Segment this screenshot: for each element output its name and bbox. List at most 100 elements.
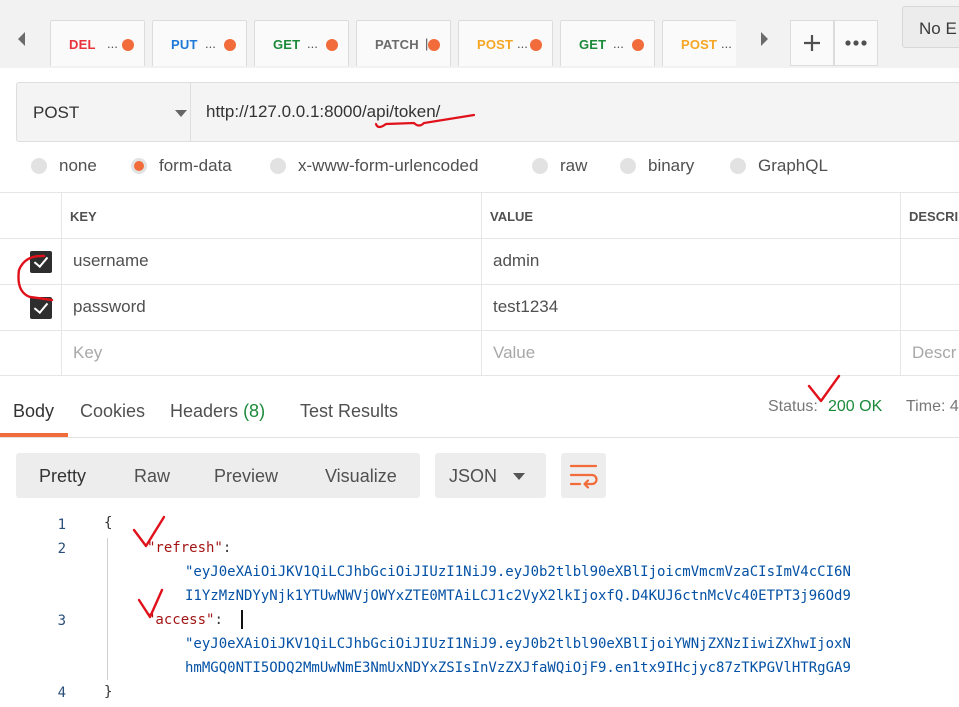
radio-label: raw <box>560 156 588 175</box>
table-row-new: Key Value Descr <box>0 330 959 376</box>
json-line-access: "access": <box>147 612 223 628</box>
request-tab[interactable]: GET ... <box>254 20 349 66</box>
http-method-select[interactable]: POST <box>16 82 190 142</box>
json-open-brace: { <box>104 515 113 531</box>
new-key-input[interactable]: Key <box>61 331 481 375</box>
tab-name-truncated: ... <box>307 36 318 51</box>
request-tab[interactable]: PUT ... <box>152 20 247 66</box>
description-placeholder: Descr <box>912 343 957 362</box>
tab-test-results[interactable]: Test Results <box>300 401 398 422</box>
format-pretty[interactable]: Pretty <box>39 466 86 487</box>
text-cursor <box>241 610 243 629</box>
key-cell[interactable]: password <box>61 285 481 330</box>
response-tabs: Body Cookies Headers (8) Test Results St… <box>0 388 959 438</box>
radio-form-data[interactable]: form-data <box>131 156 232 176</box>
radio-label: x-www-form-urlencoded <box>298 156 479 175</box>
request-tab[interactable]: POST ... <box>662 20 736 66</box>
scroll-tabs-left-icon[interactable] <box>14 30 28 54</box>
description-cell[interactable] <box>900 239 959 284</box>
new-description-input[interactable]: Descr <box>900 331 959 375</box>
request-tab[interactable]: PATCH | <box>356 20 451 66</box>
radio-graphql[interactable]: GraphQL <box>730 156 828 176</box>
param-key: username <box>73 251 149 270</box>
radio-circle <box>532 158 548 174</box>
unsaved-changes-dot <box>326 39 338 51</box>
response-format-group: Pretty Raw Preview Visualize <box>16 453 420 498</box>
tab-method: POST <box>477 37 514 52</box>
row-enabled-checkbox[interactable] <box>30 297 52 319</box>
tab-headers-label: Headers <box>170 401 239 421</box>
tab-name-truncated: ... <box>205 36 216 51</box>
tab-method: GET <box>273 37 301 52</box>
tab-headers[interactable]: Headers (8) <box>170 401 265 422</box>
response-body-editor[interactable]: 1 2 3 4 { "refresh": "eyJ0eXAiOiJKV1QiLC… <box>0 510 959 707</box>
radio-raw[interactable]: raw <box>532 156 587 176</box>
column-header-key: KEY <box>70 209 97 224</box>
radio-binary[interactable]: binary <box>620 156 694 176</box>
scroll-tabs-right-icon[interactable] <box>758 30 772 54</box>
tab-options-button[interactable] <box>834 20 878 66</box>
radio-none[interactable]: none <box>31 156 97 176</box>
radio-label: binary <box>648 156 695 175</box>
body-type-selector: none form-data x-www-form-urlencoded raw… <box>0 150 959 192</box>
line-number: 3 <box>57 613 66 629</box>
status-value[interactable]: 200 OK <box>828 398 882 416</box>
format-preview[interactable]: Preview <box>214 466 278 487</box>
tab-method: DEL <box>69 37 96 52</box>
unsaved-changes-dot <box>428 39 440 51</box>
json-value-access-line2: hmMGQ0NTI5ODQ2MmUwNmE3NmUxNDYxZSIsInVzZX… <box>185 660 851 676</box>
unsaved-changes-dot <box>530 39 542 51</box>
tab-name-truncated: ... <box>517 36 528 51</box>
unsaved-changes-dot <box>224 39 236 51</box>
format-raw[interactable]: Raw <box>134 466 170 487</box>
table-row: username admin <box>0 238 959 284</box>
value-cell[interactable]: admin <box>481 239 901 284</box>
time-label-text: Time: <box>906 398 946 415</box>
chevron-down-icon <box>175 110 187 117</box>
status-label: Status: <box>768 398 818 415</box>
tab-body[interactable]: Body <box>13 401 54 422</box>
json-value-refresh-line1: "eyJ0eXAiOiJKV1QiLCJhbGciOiJIUzI1NiJ9.ey… <box>185 564 851 580</box>
tab-name-truncated: ... <box>107 36 118 51</box>
url-text: http://127.0.0.1:8000/api/token/ <box>206 102 441 121</box>
plus-icon <box>804 35 820 51</box>
key-cell[interactable]: username <box>61 239 481 284</box>
indent-guide <box>107 538 108 680</box>
http-method-label: POST <box>33 103 80 122</box>
radio-x-www-form-urlencoded[interactable]: x-www-form-urlencoded <box>270 156 478 176</box>
value-placeholder: Value <box>493 343 536 362</box>
request-tab[interactable]: POST ... <box>458 20 553 66</box>
format-visualize[interactable]: Visualize <box>325 466 397 487</box>
radio-label: none <box>59 156 97 175</box>
tab-method: PUT <box>171 37 198 52</box>
column-header-description: DESCRI <box>909 209 959 224</box>
tab-method: PATCH <box>375 37 419 52</box>
radio-label: GraphQL <box>758 156 828 175</box>
language-label: JSON <box>449 466 498 486</box>
new-tab-button[interactable] <box>790 20 834 66</box>
description-cell[interactable] <box>900 285 959 330</box>
request-tab[interactable]: DEL ... <box>50 20 145 66</box>
row-enabled-checkbox[interactable] <box>30 251 52 273</box>
param-value: test1234 <box>493 297 559 316</box>
value-cell[interactable]: test1234 <box>481 285 901 330</box>
headers-count-badge: (8) <box>243 401 266 421</box>
tab-method: GET <box>579 37 607 52</box>
line-number: 2 <box>57 541 66 557</box>
environment-select[interactable]: No E <box>902 6 959 48</box>
more-horizontal-icon <box>845 40 867 46</box>
language-select[interactable]: JSON <box>435 453 546 498</box>
request-tab[interactable]: GET ... <box>560 20 655 66</box>
json-key-refresh: "refresh" <box>147 540 223 556</box>
tab-method: POST <box>681 37 718 52</box>
url-input[interactable]: http://127.0.0.1:8000/api/token/ <box>190 82 959 142</box>
param-key: password <box>73 297 146 316</box>
wrap-lines-button[interactable] <box>561 453 606 498</box>
new-value-input[interactable]: Value <box>481 331 901 375</box>
key-placeholder: Key <box>73 343 103 362</box>
radio-circle <box>270 158 286 174</box>
line-number: 4 <box>57 685 66 701</box>
line-number: 1 <box>57 517 66 533</box>
radio-circle <box>620 158 636 174</box>
tab-cookies[interactable]: Cookies <box>80 401 145 422</box>
